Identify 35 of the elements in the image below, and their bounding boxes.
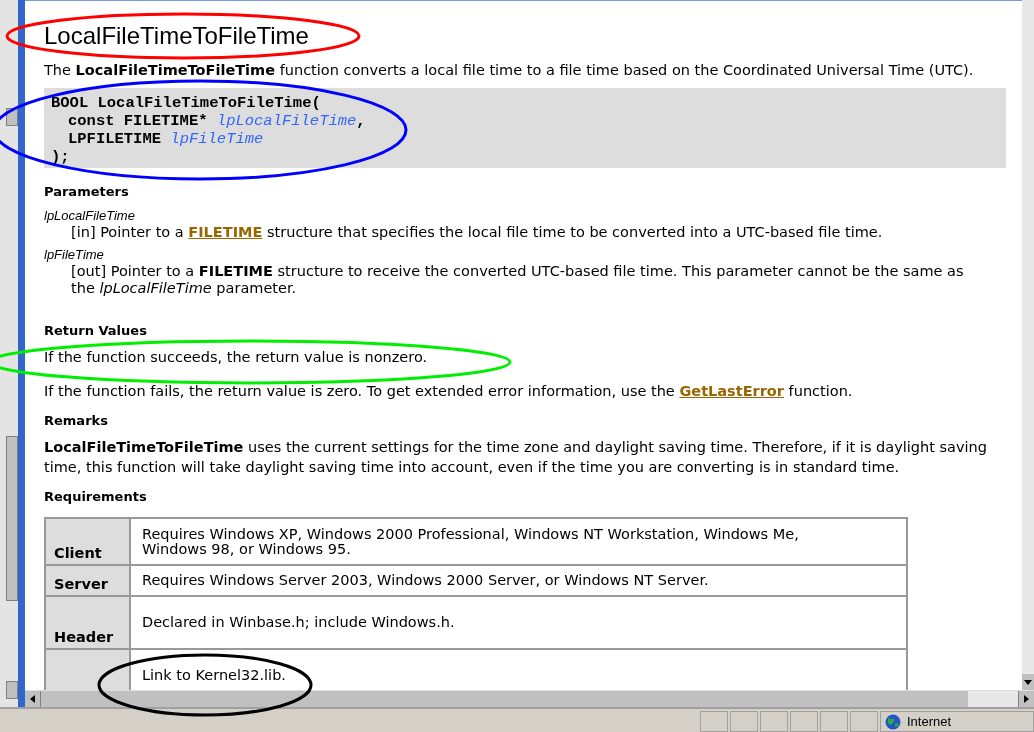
table-header-cell: Server <box>45 565 130 596</box>
section-heading: Return Values <box>44 322 148 340</box>
paragraph: [in] Pointer to a FILETIME structure that specifies the local file time to be converted into a UTC-based file time. <box>70 224 884 241</box>
paragraph: The LocalFileTimeToFileTime function converts a local file time to a file time based on the Coordinated Universal Time (UTC). <box>44 61 975 80</box>
left-scrollbar[interactable] <box>0 0 18 707</box>
table-header-cell: Client <box>45 518 130 565</box>
code-text: LPFILETIME <box>68 130 162 148</box>
code-text: ); <box>51 148 70 166</box>
scroll-down-icon[interactable] <box>1022 674 1034 690</box>
code-param: lpFileTime <box>170 130 264 148</box>
link[interactable]: GetLastError <box>679 383 784 399</box>
code-text: BOOL LocalFileTimeToFileTime( <box>51 94 321 112</box>
table-header-cell: Header <box>45 596 130 649</box>
vertical-scrollbar[interactable] <box>1022 0 1034 690</box>
section-heading: Requirements <box>44 488 148 506</box>
page-title: LocalFileTimeToFileTime <box>44 21 310 51</box>
code-param: lpLocalFileTime <box>216 112 357 130</box>
section-heading: Parameters <box>44 183 130 201</box>
paragraph: If the function succeeds, the return value is nonzero. <box>44 348 429 367</box>
scroll-thumb[interactable] <box>6 436 18 601</box>
paragraph: LocalFileTimeToFileTime uses the current settings for the time zone and daylight saving time. Therefore, if it is daylight saving time, this function will take daylight saving time into account, even if the time you are converting is in standard time. <box>44 438 988 477</box>
param-name: lpFileTime <box>44 247 105 263</box>
code-text: , <box>356 112 366 130</box>
code-text: const FILETIME* <box>68 112 209 130</box>
zone-label: Internet <box>907 712 952 731</box>
link[interactable]: FILETIME <box>188 224 263 240</box>
horizontal-scrollbar[interactable] <box>25 690 1034 707</box>
section-heading: Remarks <box>44 412 109 430</box>
paragraph: [out] Pointer to a FILETIME structure to receive the converted UTC-based file time. This parameter cannot be the same as the lpLocalFileTime parameter. <box>70 263 965 297</box>
param-name: lpLocalFileTime <box>44 208 136 224</box>
paragraph: If the function fails, the return value is zero. To get extended error information, use the GetLastError function. <box>44 382 854 401</box>
table-cell: Requires Windows XP, Windows 2000 Professional, Windows NT Workstation, Windows Me, Windows 98, or Windows 95. <box>130 518 907 565</box>
globe-icon <box>885 713 901 730</box>
table-cell: Declared in Winbase.h; include Windows.h. <box>130 596 907 649</box>
table-cell: Requires Windows Server 2003, Windows 2000 Server, or Windows NT Server. <box>130 565 907 596</box>
